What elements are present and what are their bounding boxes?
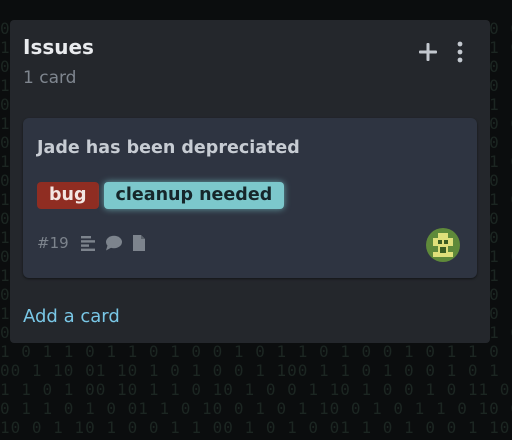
assignee-avatar[interactable] [426,228,460,262]
attachment-icon [132,234,146,252]
add-card-plus-button[interactable] [414,38,442,66]
add-card-link[interactable]: Add a card [23,306,120,327]
column-title: Issues [23,35,94,59]
card-labels: bug cleanup needed [37,182,285,209]
column-card-count: 1 card [23,68,77,88]
comment-icon [105,235,123,251]
issue-card[interactable]: Jade has been depreciated bug cleanup ne… [23,118,477,278]
description-icon [80,235,96,251]
more-vertical-icon [457,41,463,63]
label-bug[interactable]: bug [37,182,99,209]
plus-icon [419,43,437,61]
issues-column: Issues 1 card Jade has been depreciated … [10,20,490,343]
card-meta: #19 [37,234,155,252]
issue-number: #19 [37,234,69,252]
card-title: Jade has been depreciated [37,138,300,158]
column-menu-button[interactable] [450,38,470,66]
label-cleanup-needed[interactable]: cleanup needed [103,182,285,209]
